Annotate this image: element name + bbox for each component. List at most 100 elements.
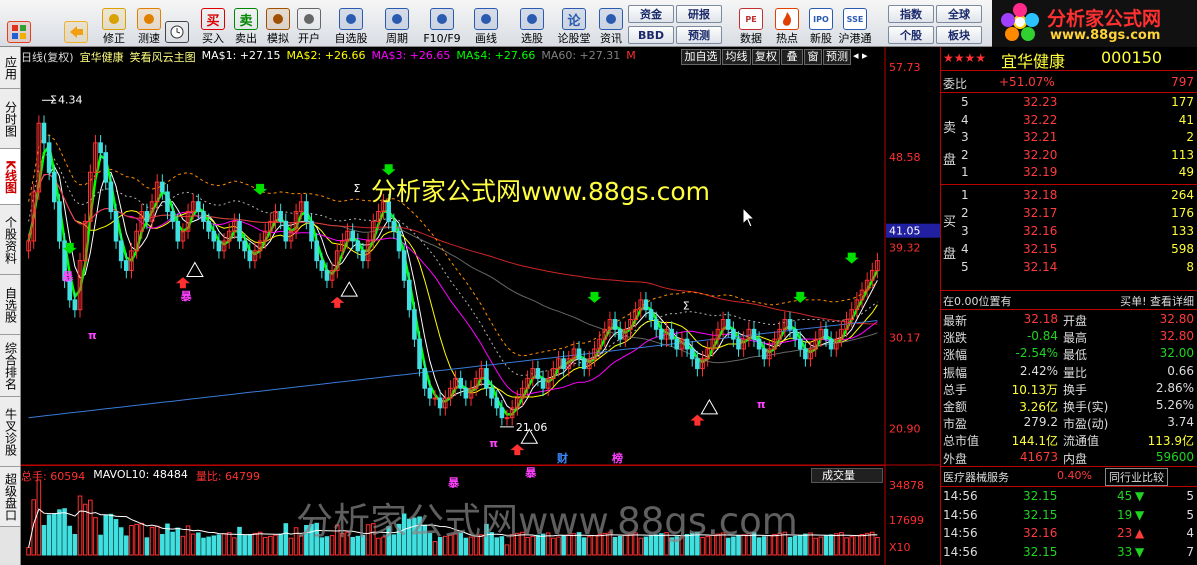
level-price: 32.19 — [1023, 165, 1058, 179]
badge-icon: SSE — [843, 8, 867, 30]
toolbar-button-2[interactable]: 修正 — [99, 2, 129, 45]
down-arrow-icon: ▼ — [1135, 507, 1145, 522]
sector-compare-button[interactable]: 同行业比较 — [1105, 468, 1168, 486]
triangle-label: 暴 — [447, 476, 460, 489]
buy-level-2[interactable]: 3 32.16 133 — [941, 223, 1197, 240]
leftnav-item-0[interactable]: 应用 — [0, 47, 20, 89]
leftnav-item-2[interactable]: K线图 — [0, 149, 20, 205]
chart-info-bar: 日线(复权) 宜华健康 笑看风云主图 MA$1: +27.15 MA$2: +26.66… — [21, 49, 636, 65]
candle — [489, 387, 494, 399]
leftnav-item-1[interactable]: 分时图 — [0, 89, 20, 149]
chart-nav-arrows-icon[interactable]: ◂ ▸ — [853, 49, 883, 65]
chart-period[interactable]: 日线(复权) — [21, 49, 74, 65]
event-label[interactable]: 榜 — [612, 451, 623, 465]
toolbar-button-13[interactable]: 选股 — [512, 2, 552, 45]
tick-price: 32.15 — [1023, 507, 1058, 522]
leftnav-item-4[interactable]: 自选股 — [0, 275, 20, 335]
level-price: 32.23 — [1023, 95, 1058, 109]
level-num: 5 — [961, 95, 969, 109]
volume-bar — [180, 535, 186, 556]
buy-level-1[interactable]: 2 32.17 176 — [941, 205, 1197, 222]
level-price: 32.20 — [1023, 147, 1058, 162]
sell-level-0[interactable]: 5 32.23 177 — [941, 94, 1197, 111]
toolbar-small-button2-1[interactable]: 全球 — [936, 5, 982, 23]
toolbar-small-button-1[interactable]: 研报 — [676, 5, 722, 23]
leftnav-item-5[interactable]: 综合排名 — [0, 335, 20, 397]
toolbar-button-6[interactable]: 卖卖出 — [232, 2, 260, 45]
chart-stock-name: 宜华健康 — [79, 51, 124, 64]
event-label[interactable]: 财 — [556, 451, 568, 465]
tick-vol: 33 — [1117, 544, 1133, 559]
toolbar-button-label: 卖出 — [235, 32, 257, 45]
leftnav-item-6[interactable]: 牛叉诊股 — [0, 397, 20, 467]
buy-level-3[interactable]: 4 32.15 598 — [941, 241, 1197, 258]
candle — [725, 319, 731, 330]
toolbar-small-button2-3[interactable]: 板块 — [936, 26, 982, 44]
kline-chart[interactable]: 57.73 48.58 41.05 39.32 30.17 20.90 4.34 21.06 Σ… — [21, 47, 940, 565]
volume-bar — [813, 537, 818, 556]
volume-dropdown[interactable]: 成交量 — [811, 468, 883, 483]
toolbar-button-14[interactable]: 论论股堂 — [556, 2, 592, 45]
candle — [72, 299, 78, 311]
toolbar-button-0[interactable] — [3, 2, 35, 45]
tick-row: 14:56 32.15 33 ▼ 7 — [941, 544, 1197, 561]
toolbar-button-7[interactable]: 模拟 — [264, 2, 292, 45]
chart-tab-1[interactable]: 均线 — [722, 49, 751, 65]
toolbar-button-1[interactable] — [59, 2, 93, 45]
toolbar-button-15[interactable]: 资讯 — [596, 2, 626, 45]
toolbar-button-3[interactable]: 测速 — [133, 2, 165, 45]
chart-tab-4[interactable]: 窗 — [804, 49, 822, 65]
volume-bar — [869, 531, 875, 556]
candle — [643, 299, 649, 311]
toolbar-button2-3[interactable]: SSE 沪港通 — [838, 2, 872, 45]
high-label: 4.34 — [58, 93, 83, 106]
star-rating-icon: ★★★★ — [943, 51, 987, 65]
sell-level-3[interactable]: 2 32.20 113 — [941, 147, 1197, 164]
buy-level-0[interactable]: 1 32.18 264 — [941, 187, 1197, 204]
leftnav-item-7[interactable]: 超级盘口 — [0, 467, 20, 527]
buy-notice-link[interactable]: 买单! 查看详细 — [1120, 293, 1194, 309]
chart-tab-5[interactable]: 预测 — [823, 49, 851, 65]
toolbar-button2-1[interactable]: 热点 — [770, 2, 804, 45]
chart-tab-2[interactable]: 复权 — [752, 49, 780, 65]
chart-tab-0[interactable]: 加自选 — [681, 49, 721, 65]
toolbar-button-9[interactable]: 自选股 — [330, 2, 372, 45]
toolbar-small-button-0[interactable]: 资金 — [628, 5, 674, 23]
toolbar-glyph-icon: 论 — [562, 8, 586, 30]
stat-key: 开盘 — [1063, 314, 1088, 328]
toolbar-button-label: 选股 — [521, 32, 543, 45]
toolbar-button-5[interactable]: 买买入 — [198, 2, 228, 45]
candle — [242, 240, 247, 252]
buy-level-4[interactable]: 5 32.14 8 — [941, 259, 1197, 276]
toolbar-button2-2[interactable]: IPO 新股 — [804, 2, 838, 45]
weibi-label: 委比 — [943, 77, 968, 91]
sector-name[interactable]: 医疗器械服务 — [943, 469, 1009, 485]
toolbar-button2-0[interactable]: PE 数据 — [734, 2, 768, 45]
tick-price: 32.16 — [1023, 526, 1058, 540]
toolbar-button-10[interactable]: 周期 — [377, 2, 417, 45]
toolbar-small-button-3[interactable]: 预测 — [676, 26, 722, 44]
sell-level-2[interactable]: 3 32.21 2 — [941, 129, 1197, 146]
sell-level-1[interactable]: 4 32.22 41 — [941, 112, 1197, 129]
toolbar-small-button2-2[interactable]: 个股 — [888, 26, 934, 44]
toolbar-small-button-2[interactable]: BBD — [628, 26, 674, 44]
candle — [396, 230, 402, 252]
toolbar-button-8[interactable]: 开户 — [294, 2, 324, 45]
toolbar-button-4[interactable] — [163, 2, 191, 45]
sell-level-4[interactable]: 1 32.19 49 — [941, 164, 1197, 181]
toolbar-button-11[interactable]: F10/F9 — [420, 2, 464, 45]
volume-bar — [77, 495, 83, 556]
chart-tab-3[interactable]: 叠 — [781, 49, 803, 65]
candle — [797, 338, 803, 350]
candle — [196, 201, 201, 213]
leftnav-item-3[interactable]: 个股资料 — [0, 205, 20, 275]
candle — [46, 142, 52, 173]
toolbar-button-12[interactable]: 画线 — [466, 2, 506, 45]
sigma-label: Σ — [50, 94, 57, 107]
toolbar-small-button2-0[interactable]: 指数 — [888, 5, 934, 23]
down-arrow-icon: ▼ — [1135, 489, 1145, 503]
stat-value: 279.2 — [1023, 415, 1058, 430]
chart-formula[interactable]: 笑看风云主图 — [130, 49, 196, 65]
stat-value: 144.1亿 — [1011, 434, 1058, 449]
chart-area[interactable]: 57.73 48.58 41.05 39.32 30.17 20.90 4.34 21.06 Σ… — [21, 47, 940, 565]
